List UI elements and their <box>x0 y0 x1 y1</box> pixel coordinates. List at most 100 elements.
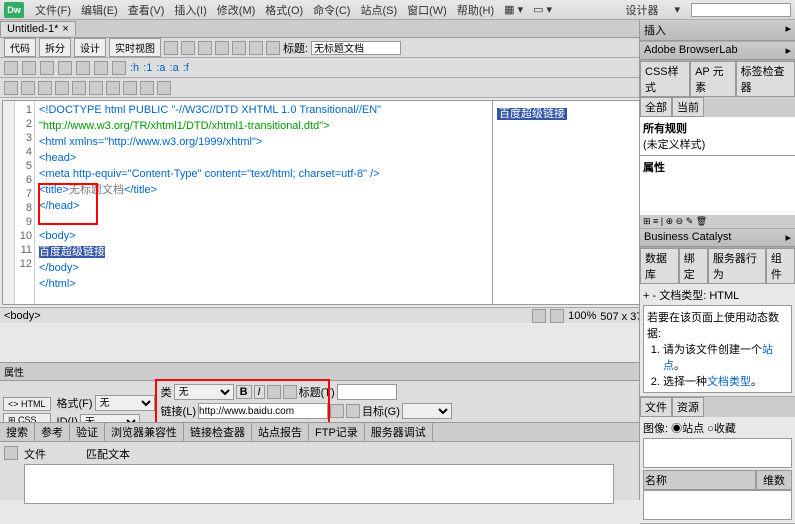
bold-button[interactable]: B <box>236 385 252 399</box>
toolbar-icon[interactable] <box>140 81 154 95</box>
status-icon[interactable] <box>550 309 564 323</box>
h3-icon[interactable]: :a <box>170 62 179 74</box>
title-input[interactable] <box>311 41 401 55</box>
search-input[interactable] <box>691 3 791 17</box>
tab-search[interactable]: 搜索 <box>0 423 35 441</box>
list-ol-icon[interactable] <box>283 385 297 399</box>
toolbar-icon[interactable] <box>106 81 120 95</box>
class-select[interactable]: 无 <box>174 384 234 400</box>
menu-file[interactable]: 文件(F) <box>30 2 76 18</box>
toolbar-icon[interactable] <box>4 61 18 75</box>
zoom-level[interactable]: 100% <box>568 310 596 322</box>
toolbar-icon[interactable] <box>89 81 103 95</box>
menu-view[interactable]: 查看(V) <box>123 2 170 18</box>
tag-path[interactable]: <body> <box>4 310 41 322</box>
layout-selector[interactable]: 设计器 <box>620 2 663 18</box>
menu-modify[interactable]: 修改(M) <box>212 2 261 18</box>
view-live-button[interactable]: 实时视图 <box>109 38 161 57</box>
tab-ap[interactable]: AP 元素 <box>690 61 736 97</box>
play-icon[interactable] <box>4 446 18 460</box>
toolbar-icon[interactable] <box>164 41 178 55</box>
toolbar-icon[interactable] <box>112 61 126 75</box>
format-icon[interactable]: :f <box>183 62 189 74</box>
view-split-button[interactable]: 拆分 <box>39 38 71 57</box>
document-tab[interactable]: Untitled-1* × <box>0 21 76 36</box>
tab-db[interactable]: 数据库 <box>640 248 679 284</box>
menu-insert[interactable]: 插入(I) <box>169 2 211 18</box>
tab-bind[interactable]: 绑定 <box>679 248 708 284</box>
toolbar-icon[interactable] <box>157 81 171 95</box>
props-html-tab[interactable]: <> HTML <box>3 397 51 411</box>
toolbar-icon[interactable] <box>266 41 280 55</box>
toolbar-icon[interactable] <box>232 41 246 55</box>
toolbar-icon[interactable] <box>123 81 137 95</box>
status-icon[interactable] <box>532 309 546 323</box>
tab-sitereport[interactable]: 站点报告 <box>252 423 309 441</box>
title-label: 标题(T) <box>299 384 335 400</box>
tab-svr[interactable]: 服务器行为 <box>708 248 766 284</box>
tab-ftplog[interactable]: FTP记录 <box>309 423 365 441</box>
toolbar-icon[interactable] <box>72 81 86 95</box>
col-name[interactable]: 名称 <box>643 470 756 490</box>
asset-list[interactable] <box>643 490 792 520</box>
link-input[interactable] <box>198 403 328 419</box>
view-code-button[interactable]: 代码 <box>4 38 36 57</box>
link-label: 链接(L) <box>161 403 196 419</box>
menu-format[interactable]: 格式(O) <box>260 2 308 18</box>
class-label: 类 <box>161 384 172 400</box>
toolbar-icon[interactable] <box>55 81 69 95</box>
code-editor[interactable]: <!DOCTYPE html PUBLIC "-//W3C//DTD XHTML… <box>35 101 492 304</box>
toolbar-icon[interactable] <box>40 61 54 75</box>
results-list[interactable] <box>24 464 614 504</box>
menu-window[interactable]: 窗口(W) <box>402 2 452 18</box>
format-select[interactable]: 无 <box>95 395 155 411</box>
css-all[interactable]: 全部 <box>640 97 672 117</box>
h2-icon[interactable]: :a <box>156 62 165 74</box>
tab-taginspect[interactable]: 标签检查器 <box>736 61 795 97</box>
heading-icon[interactable]: :h <box>130 62 139 74</box>
list-ul-icon[interactable] <box>267 385 281 399</box>
tab-css[interactable]: CSS样式 <box>640 61 690 97</box>
target-select[interactable] <box>402 403 452 419</box>
tab-reference[interactable]: 参考 <box>35 423 70 441</box>
toolbar-icon[interactable] <box>181 41 195 55</box>
toolbar-icon[interactable] <box>76 61 90 75</box>
toolbar-icon[interactable] <box>4 81 18 95</box>
insert-panel-header[interactable]: 插入▸ <box>640 20 795 41</box>
view-design-button[interactable]: 设计 <box>74 38 106 57</box>
preview-link[interactable]: 百度超级链接 <box>497 108 567 120</box>
toolbar-icon[interactable]: ▦ ▾ <box>499 3 528 16</box>
bc-header[interactable]: Business Catalyst▸ <box>640 229 795 247</box>
h1-icon[interactable]: :1 <box>143 62 152 74</box>
folder-icon[interactable] <box>346 404 360 418</box>
col-dim[interactable]: 维数 <box>756 470 792 490</box>
link-picker-icon[interactable] <box>330 404 344 418</box>
doctype-link[interactable]: 文档类型 <box>707 376 751 388</box>
tab-serverdebug[interactable]: 服务器调试 <box>365 423 433 441</box>
browserlab-header[interactable]: Adobe BrowserLab▸ <box>640 42 795 60</box>
title-field[interactable] <box>337 384 397 400</box>
tab-assets[interactable]: 资源 <box>672 397 704 417</box>
css-current[interactable]: 当前 <box>672 97 704 117</box>
properties-header[interactable]: 属性 <box>0 363 639 381</box>
tab-compat[interactable]: 浏览器兼容性 <box>105 423 184 441</box>
close-icon[interactable]: × <box>62 23 68 35</box>
toolbar-icon[interactable] <box>38 81 52 95</box>
toolbar-icon[interactable] <box>22 61 36 75</box>
toolbar-icon[interactable] <box>198 41 212 55</box>
toolbar-icon[interactable] <box>249 41 263 55</box>
tab-files[interactable]: 文件 <box>640 397 672 417</box>
toolbar-icon[interactable] <box>94 61 108 75</box>
tab-comp[interactable]: 组件 <box>766 248 795 284</box>
menu-site[interactable]: 站点(S) <box>355 2 402 18</box>
menu-edit[interactable]: 编辑(E) <box>76 2 123 18</box>
toolbar-icon[interactable] <box>21 81 35 95</box>
menu-help[interactable]: 帮助(H) <box>452 2 499 18</box>
tab-validate[interactable]: 验证 <box>70 423 105 441</box>
italic-button[interactable]: I <box>254 385 265 399</box>
toolbar-icon[interactable] <box>215 41 229 55</box>
toolbar-icon[interactable] <box>58 61 72 75</box>
toolbar-icon[interactable]: ▭ ▾ <box>528 3 557 16</box>
tab-linkcheck[interactable]: 链接检查器 <box>184 423 252 441</box>
menu-command[interactable]: 命令(C) <box>308 2 355 18</box>
